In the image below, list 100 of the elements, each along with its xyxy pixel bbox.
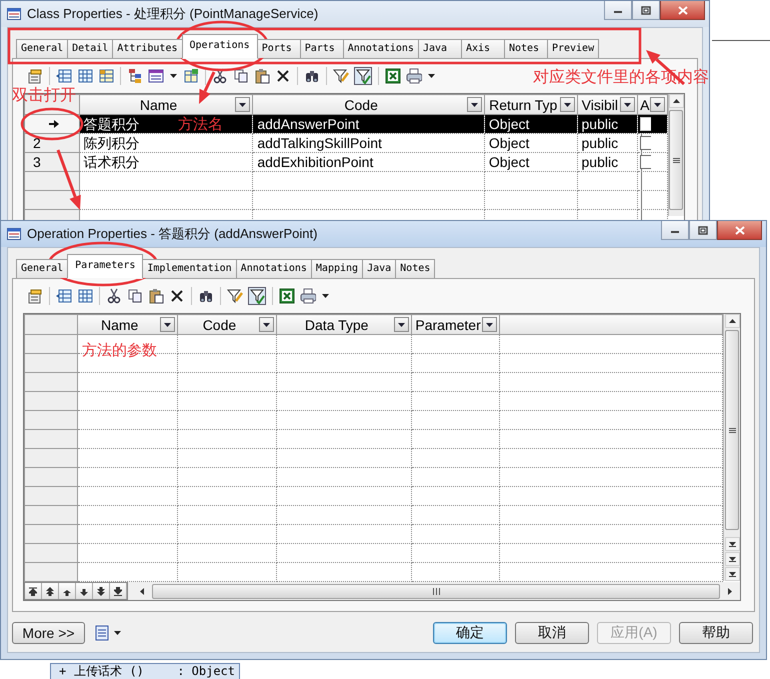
dropdown-button[interactable] <box>560 97 575 112</box>
filter-toggle-icon[interactable] <box>248 287 266 305</box>
caret-icon[interactable] <box>470 102 478 106</box>
left-arrow-icon[interactable] <box>140 588 144 594</box>
delete-icon[interactable] <box>275 68 291 84</box>
down-arrow-icon[interactable] <box>728 556 736 562</box>
hierarchy-icon[interactable] <box>127 68 143 84</box>
dialog-button[interactable]: 取消 <box>515 622 589 644</box>
dropdown-button[interactable] <box>650 97 665 112</box>
table-icon[interactable] <box>183 68 199 84</box>
tab[interactable]: Notes <box>504 39 548 58</box>
tab[interactable]: Parts <box>300 39 344 58</box>
arrow-icon[interactable] <box>97 586 105 596</box>
cut-icon[interactable] <box>212 68 228 84</box>
dropdown-button[interactable] <box>466 97 482 112</box>
dropdown-button[interactable] <box>259 317 274 332</box>
caret-icon[interactable] <box>239 102 246 106</box>
right-arrow-icon[interactable] <box>728 588 732 594</box>
tab[interactable]: Attributes <box>112 39 182 58</box>
properties-icon[interactable] <box>27 288 43 304</box>
caret-icon[interactable] <box>624 102 632 106</box>
document-icon[interactable] <box>95 625 109 641</box>
move-to-top-button[interactable] <box>25 583 42 599</box>
up-arrow-icon[interactable] <box>672 99 680 103</box>
filter-icon[interactable] <box>227 288 243 304</box>
down-arrow-icon[interactable] <box>728 572 736 576</box>
grip-icon[interactable] <box>672 158 680 162</box>
filter-toggle-icon[interactable] <box>354 67 372 85</box>
caret-icon[interactable] <box>113 629 122 637</box>
properties-icon[interactable] <box>27 68 43 84</box>
dropdown-button[interactable] <box>235 97 250 112</box>
down-arrow-icon[interactable] <box>728 542 736 546</box>
row-header[interactable] <box>24 114 80 134</box>
checkbox[interactable] <box>640 136 652 150</box>
grip-icon[interactable] <box>728 428 736 432</box>
caret-icon[interactable] <box>654 102 661 106</box>
tab[interactable]: Preview <box>546 39 600 58</box>
caret-icon[interactable] <box>486 322 494 326</box>
grip-icon[interactable] <box>432 588 440 594</box>
tab[interactable]: Java <box>362 259 396 278</box>
cut-icon[interactable] <box>106 288 122 304</box>
caret-icon[interactable] <box>564 102 571 106</box>
insert-row-icon[interactable] <box>56 68 72 84</box>
dropdown-button[interactable] <box>160 317 175 332</box>
paste-icon[interactable] <box>254 68 270 84</box>
move-to-bottom-button[interactable] <box>110 583 127 599</box>
excel-icon[interactable] <box>279 288 295 304</box>
tab[interactable]: Parameters <box>67 254 144 279</box>
tab[interactable]: Implementation <box>142 259 237 278</box>
vertical-scrollbar[interactable] <box>723 314 740 581</box>
tab[interactable]: Annotations <box>342 39 419 58</box>
more-button[interactable]: More >> <box>12 622 85 644</box>
caret-icon[interactable] <box>164 322 171 326</box>
add-row-icon[interactable] <box>77 68 93 84</box>
close-button[interactable] <box>717 221 762 240</box>
caret-icon[interactable] <box>321 292 330 300</box>
page-down-button[interactable] <box>93 583 110 599</box>
caret-icon[interactable] <box>427 72 436 80</box>
dialog-button[interactable]: 确定 <box>433 622 507 644</box>
arrow-icon[interactable] <box>46 586 54 596</box>
arrow-icon[interactable] <box>114 586 122 596</box>
copy-icon[interactable] <box>127 288 143 304</box>
scrollbar-thumb[interactable] <box>725 330 740 530</box>
delete-icon[interactable] <box>169 288 185 304</box>
page-up-button[interactable] <box>42 583 59 599</box>
tab[interactable]: Operations <box>182 34 258 59</box>
find-icon[interactable] <box>304 68 320 84</box>
caret-icon[interactable] <box>263 322 270 326</box>
vertical-scrollbar[interactable] <box>668 94 684 216</box>
up-arrow-icon[interactable] <box>728 319 736 323</box>
dropdown-button[interactable] <box>620 97 636 112</box>
maximize-icon[interactable] <box>698 226 708 234</box>
tab[interactable]: Mapping <box>310 259 364 278</box>
insert-row-icon[interactable] <box>56 288 72 304</box>
tab[interactable]: Ports <box>256 39 301 58</box>
dialog-button[interactable]: 帮助 <box>679 622 753 644</box>
caret-icon[interactable] <box>398 322 406 326</box>
scrollbar-thumb[interactable] <box>669 110 684 210</box>
move-down-button[interactable] <box>76 583 93 599</box>
arrow-icon[interactable] <box>29 586 37 596</box>
excel-icon[interactable] <box>385 68 401 84</box>
checkbox[interactable] <box>640 155 652 169</box>
add-rows-icon[interactable] <box>98 68 114 84</box>
tab[interactable]: Axis <box>460 39 505 58</box>
print-icon[interactable] <box>406 68 422 84</box>
paste-icon[interactable] <box>148 288 164 304</box>
tab[interactable]: Notes <box>395 259 436 278</box>
find-icon[interactable] <box>198 288 214 304</box>
tab[interactable]: Java <box>418 39 462 58</box>
maximize-button[interactable] <box>689 221 717 240</box>
move-up-button[interactable] <box>59 583 76 599</box>
dropdown-button[interactable] <box>394 317 410 332</box>
add-row-icon[interactable] <box>77 288 93 304</box>
tab[interactable]: General <box>16 259 68 278</box>
tab[interactable]: General <box>16 39 68 58</box>
tab[interactable]: Detail <box>67 39 114 58</box>
dropdown-button[interactable] <box>482 317 498 332</box>
tab[interactable]: Annotations <box>236 259 312 278</box>
copy-icon[interactable] <box>233 68 249 84</box>
list-icon[interactable] <box>148 68 164 84</box>
